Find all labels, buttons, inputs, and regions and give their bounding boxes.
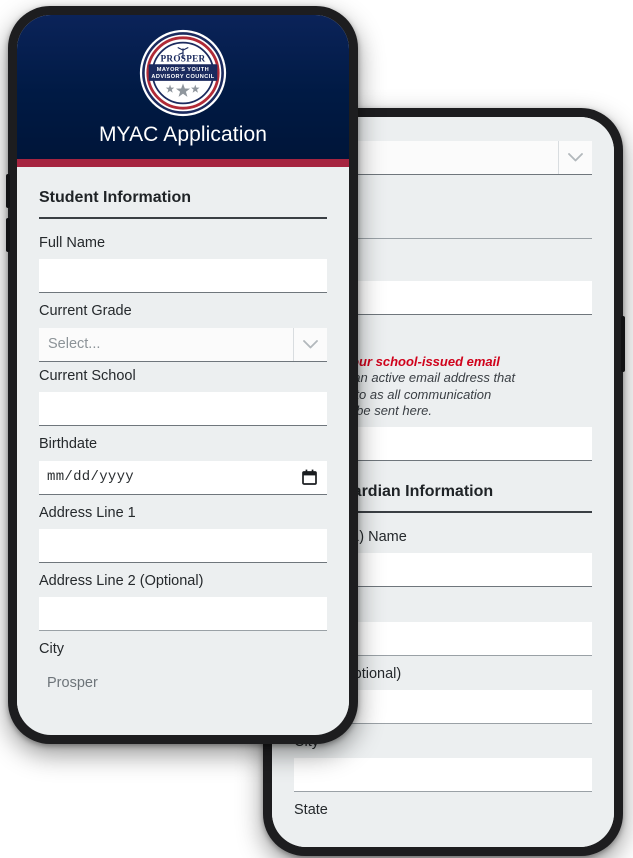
city-field: City Prosper (39, 631, 327, 700)
current-grade-select[interactable]: Select... (39, 327, 327, 362)
current-grade-label: Current Grade (39, 303, 132, 320)
address-line-2-input[interactable] (39, 597, 327, 632)
app-header: PROSPER MAYOR'S YOUTH ADVISORY COUNCIL M… (17, 15, 349, 159)
birthdate-label: Birthdate (39, 436, 98, 453)
full-name-field: Full Name (39, 225, 327, 294)
app-title: MYAC Application (98, 123, 268, 146)
student-section-divider (39, 217, 327, 219)
guardian-state-label: State (294, 802, 328, 819)
address-line-2-label: Address Line 2 (Optional) (39, 572, 204, 589)
address-line-1-field: Address Line 1 (39, 495, 327, 563)
svg-text:PROSPER: PROSPER (161, 54, 206, 64)
volume-down-button[interactable] (6, 218, 10, 252)
volume-up-button[interactable] (6, 174, 10, 208)
guardian-city-input[interactable] (294, 758, 592, 793)
current-school-input[interactable] (39, 392, 327, 427)
current-school-label: Current School (39, 367, 136, 384)
full-name-label: Full Name (39, 235, 106, 251)
front-form-body: Student Information Full Name Current Gr… (17, 167, 349, 717)
city-value: Prosper (47, 674, 98, 691)
accent-bar (17, 159, 349, 167)
birthdate-input[interactable]: mm/dd/yyyy (39, 460, 327, 495)
current-grade-field: Current Grade Select... (39, 293, 327, 362)
birthdate-placeholder: mm/dd/yyyy (47, 469, 135, 486)
svg-text:MAYOR'S YOUTH: MAYOR'S YOUTH (157, 67, 209, 73)
power-button-back[interactable] (621, 316, 625, 372)
chevron-down-icon[interactable] (558, 141, 592, 174)
guardian-city-label: City (294, 734, 592, 758)
student-section-title: Student Information (39, 189, 191, 206)
current-grade-value: Select... (48, 336, 101, 353)
myac-seal-logo: PROSPER MAYOR'S YOUTH ADVISORY COUNCIL (139, 29, 227, 117)
phone-screen-front: PROSPER MAYOR'S YOUTH ADVISORY COUNCIL M… (17, 15, 349, 735)
screenshot-stage: mber _-____ dress not use your school-is… (0, 0, 633, 858)
city-input[interactable]: Prosper (39, 665, 327, 700)
address-line-1-input[interactable] (39, 528, 327, 563)
guardian-state-field: State (294, 792, 592, 826)
city-label: City (39, 641, 64, 658)
full-name-input[interactable] (39, 259, 327, 294)
birthdate-field: Birthdate mm/dd/yyyy (39, 426, 327, 495)
phone-mockup-front: PROSPER MAYOR'S YOUTH ADVISORY COUNCIL M… (6, 6, 358, 744)
address-line-1-label: Address Line 1 (39, 504, 136, 521)
calendar-icon[interactable] (302, 469, 317, 485)
svg-text:ADVISORY COUNCIL: ADVISORY COUNCIL (151, 74, 214, 80)
chevron-down-icon[interactable] (293, 327, 327, 361)
address-line-2-field: Address Line 2 (Optional) (39, 563, 327, 632)
current-school-field: Current School (39, 362, 327, 427)
